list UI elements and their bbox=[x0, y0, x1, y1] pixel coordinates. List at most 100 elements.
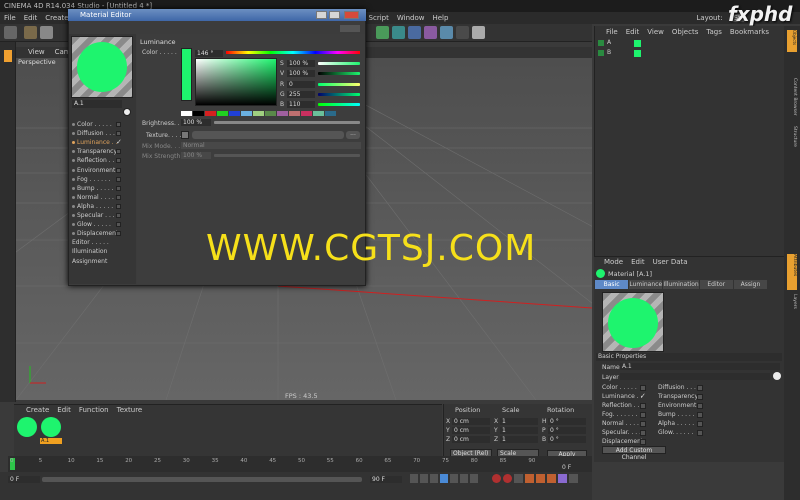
render-icon[interactable] bbox=[392, 26, 405, 39]
coord-scale-field[interactable]: 1 bbox=[500, 418, 538, 425]
channel-checkbox[interactable] bbox=[116, 122, 121, 127]
record-icon[interactable] bbox=[492, 474, 501, 483]
brightness-field[interactable]: 100 % bbox=[181, 119, 211, 126]
maximize-button[interactable] bbox=[329, 11, 340, 19]
camera-icon[interactable] bbox=[456, 26, 469, 39]
attr-menu-userdata[interactable]: User Data bbox=[653, 258, 688, 266]
channel-item[interactable]: Luminance . . bbox=[72, 139, 122, 146]
menu-file[interactable]: File bbox=[4, 14, 16, 22]
basic-property-checkbox[interactable] bbox=[640, 439, 646, 445]
material-thumb[interactable] bbox=[16, 416, 38, 444]
mix-strength-slider[interactable] bbox=[214, 154, 360, 157]
blue-field[interactable]: 110 bbox=[287, 101, 315, 108]
menu-edit[interactable]: Edit bbox=[24, 14, 38, 22]
basic-property-checkbox[interactable] bbox=[697, 385, 703, 391]
coord-rotation-field[interactable]: 0 ° bbox=[548, 418, 586, 425]
menu-window[interactable]: Window bbox=[397, 14, 425, 22]
mat-menu-function[interactable]: Function bbox=[79, 406, 109, 414]
attr-tab-luminance[interactable]: Luminance bbox=[629, 280, 663, 289]
start-frame-field[interactable]: 0 F bbox=[8, 476, 40, 483]
menu-create[interactable]: Create bbox=[45, 14, 68, 22]
channel-checkbox[interactable]: ✓ bbox=[116, 139, 122, 146]
render-region-icon[interactable] bbox=[376, 26, 389, 39]
tab-content-browser[interactable]: Content Browser bbox=[787, 78, 797, 118]
channel-item[interactable]: Specular . . . bbox=[72, 212, 122, 219]
channel-item[interactable]: Bump . . . . . bbox=[72, 185, 122, 192]
mat-menu-create[interactable]: Create bbox=[26, 406, 49, 414]
obj-menu-file[interactable]: File bbox=[606, 28, 618, 38]
texture-arrow-icon[interactable] bbox=[181, 131, 189, 139]
tab-objects[interactable]: Objects bbox=[787, 30, 797, 52]
basic-property-checkbox[interactable] bbox=[640, 421, 646, 427]
channel-checkbox[interactable] bbox=[116, 203, 121, 209]
palette-swatch[interactable] bbox=[229, 111, 240, 116]
channel-item[interactable]: Glow . . . . . bbox=[72, 221, 122, 228]
attr-tab-illumination[interactable]: Illumination bbox=[663, 280, 699, 289]
material-thumb-selected[interactable]: A.1 bbox=[40, 416, 62, 444]
channel-item[interactable]: Fog . . . . . . bbox=[72, 176, 122, 183]
layer-field[interactable] bbox=[620, 373, 770, 380]
undo-icon[interactable] bbox=[4, 26, 17, 39]
material-tag-icon[interactable] bbox=[634, 40, 641, 47]
minimize-button[interactable] bbox=[316, 11, 327, 19]
obj-menu-bookmarks[interactable]: Bookmarks bbox=[730, 28, 769, 38]
channel-item[interactable]: Alpha . . . . . bbox=[72, 203, 122, 210]
end-frame-field[interactable]: 90 F bbox=[370, 476, 402, 483]
channel-item[interactable]: Color . . . . . bbox=[72, 121, 122, 128]
palette-swatch[interactable] bbox=[277, 111, 288, 116]
tab-structure[interactable]: Structure bbox=[787, 126, 797, 156]
prev-frame-icon[interactable] bbox=[430, 474, 438, 483]
rotate-key-icon[interactable] bbox=[547, 474, 556, 483]
basic-property-checkbox[interactable] bbox=[640, 430, 646, 436]
tab-attributes[interactable]: Attributes bbox=[787, 254, 797, 290]
saturation-slider[interactable] bbox=[318, 62, 360, 65]
keyframe-icon[interactable] bbox=[514, 474, 523, 483]
red-slider[interactable] bbox=[318, 83, 360, 86]
channel-checkbox[interactable] bbox=[116, 176, 121, 182]
coord-scale-field[interactable]: 1 bbox=[500, 427, 538, 434]
coord-rotation-field[interactable]: 0 ° bbox=[548, 436, 586, 443]
close-button[interactable] bbox=[344, 11, 359, 19]
mix-strength-field[interactable]: 100 % bbox=[181, 152, 211, 159]
obj-menu-edit[interactable]: Edit bbox=[626, 28, 640, 38]
attr-tab-editor[interactable]: Editor bbox=[699, 280, 733, 289]
attr-tab-basic[interactable]: Basic bbox=[595, 280, 629, 289]
coord-rotation-field[interactable]: 0 ° bbox=[548, 427, 586, 434]
goto-end-icon[interactable] bbox=[470, 474, 478, 483]
channel-item[interactable]: Reflection . . bbox=[72, 157, 122, 164]
channel-checkbox[interactable] bbox=[116, 213, 121, 218]
material-preview[interactable] bbox=[71, 36, 133, 98]
brightness-slider[interactable] bbox=[214, 121, 360, 124]
hue-slider[interactable] bbox=[226, 51, 360, 54]
coord-position-field[interactable]: 0 cm bbox=[452, 427, 490, 434]
object-row[interactable]: A bbox=[598, 39, 650, 48]
palette-swatch[interactable] bbox=[325, 111, 336, 116]
prev-key-icon[interactable] bbox=[420, 474, 428, 483]
viewport-menu-view[interactable]: View bbox=[28, 48, 45, 57]
palette-swatch[interactable] bbox=[217, 111, 228, 116]
menu-help[interactable]: Help bbox=[432, 14, 448, 22]
tab-layers[interactable]: Layers bbox=[787, 294, 797, 316]
value-slider[interactable] bbox=[318, 72, 360, 75]
attr-menu-mode[interactable]: Mode bbox=[604, 258, 623, 266]
channel-item[interactable]: Environment bbox=[72, 167, 122, 174]
name-field[interactable]: A.1 bbox=[620, 363, 780, 370]
basic-property-checkbox[interactable] bbox=[697, 430, 703, 436]
palette-swatch[interactable] bbox=[193, 111, 204, 116]
channel-item[interactable]: Editor . . . . . bbox=[72, 239, 122, 246]
add-custom-channel-button[interactable]: Add Custom Channel bbox=[602, 446, 666, 461]
red-field[interactable]: 0 bbox=[287, 81, 315, 88]
render-settings-icon[interactable] bbox=[408, 26, 421, 39]
basic-property-checkbox[interactable] bbox=[697, 394, 703, 400]
autokey-icon[interactable] bbox=[503, 474, 512, 483]
light-icon[interactable] bbox=[472, 26, 485, 39]
channel-checkbox[interactable] bbox=[116, 194, 121, 200]
pla-key-icon[interactable] bbox=[569, 474, 578, 483]
coord-position-field[interactable]: 0 cm bbox=[452, 436, 490, 443]
cube-icon[interactable] bbox=[24, 26, 37, 39]
basic-property-checkbox[interactable] bbox=[640, 385, 646, 391]
saturation-value-picker[interactable] bbox=[195, 58, 277, 106]
next-key-icon[interactable] bbox=[460, 474, 468, 483]
menu-script[interactable]: Script bbox=[369, 14, 389, 22]
deformer-icon[interactable] bbox=[424, 26, 437, 39]
